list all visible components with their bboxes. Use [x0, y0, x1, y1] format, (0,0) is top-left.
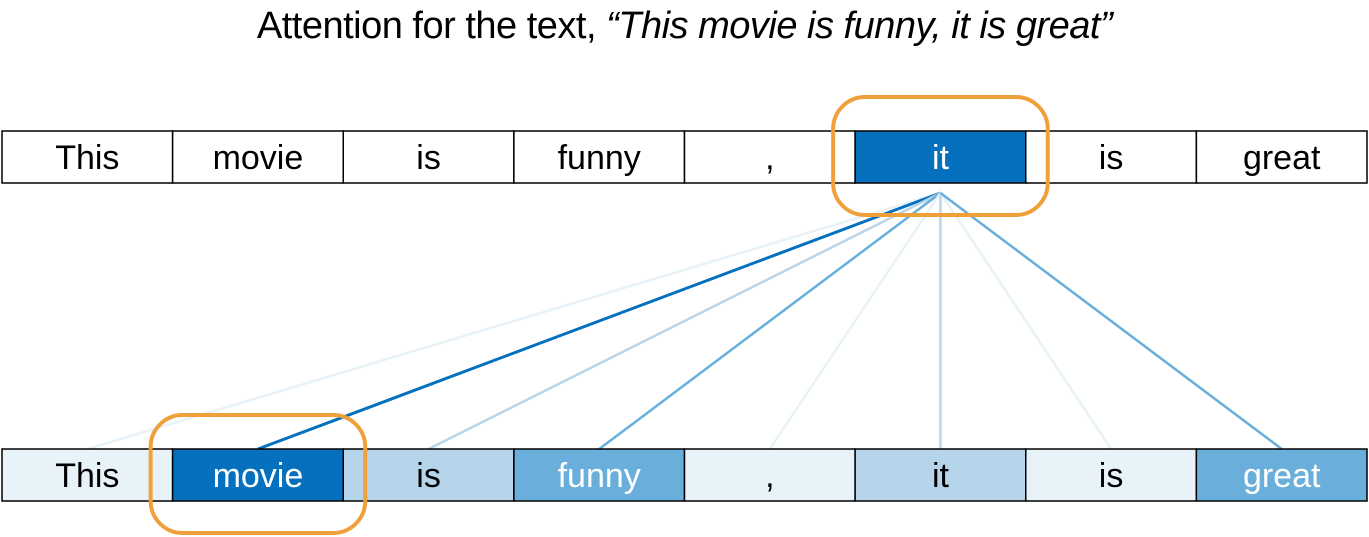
key-token-cell: great — [1195, 448, 1368, 502]
attention-lines — [86, 191, 1283, 451]
query-token-label: , — [765, 139, 774, 177]
key-token-cell: funny — [513, 448, 686, 502]
attention-line — [768, 192, 942, 450]
attention-line — [257, 191, 941, 451]
key-token-label: is — [1099, 457, 1124, 495]
query-token-cell: is — [342, 130, 515, 184]
key-token-label: great — [1243, 457, 1321, 495]
key-token-label: This — [55, 457, 119, 495]
key-token-label: , — [765, 457, 774, 495]
key-token-cell: is — [1025, 448, 1198, 502]
key-token-label: it — [932, 457, 950, 495]
attention-line — [939, 192, 1283, 450]
key-token-label: is — [416, 457, 441, 495]
query-token-cell: This — [1, 130, 174, 184]
key-token-cell: is — [342, 448, 515, 502]
attention-diagram: Attention for the text, “This movie is f… — [0, 0, 1369, 537]
query-token-cell: it — [854, 130, 1027, 184]
attention-line — [86, 191, 941, 451]
key-token-cell: , — [683, 448, 856, 502]
key-token-cell: movie — [171, 448, 344, 502]
query-token-label: is — [1099, 139, 1124, 177]
query-token-label: it — [932, 139, 950, 177]
query-token-row: This movie is funny, it is great — [1, 130, 1368, 184]
key-token-cell: This — [1, 448, 174, 502]
key-token-cell: it — [854, 448, 1027, 502]
query-token-cell: is — [1025, 130, 1198, 184]
query-token-cell: movie — [171, 130, 344, 184]
query-token-label: is — [416, 139, 441, 177]
query-token-label: This — [55, 139, 119, 177]
key-token-label: movie — [213, 457, 304, 495]
query-token-cell: , — [683, 130, 856, 184]
query-token-cell: great — [1195, 130, 1368, 184]
attention-line — [939, 192, 1113, 450]
attention-line — [428, 191, 941, 451]
key-token-row: This movie is funny, it is great — [1, 448, 1368, 502]
query-token-label: movie — [213, 139, 304, 177]
attention-line — [598, 192, 942, 450]
query-token-label: funny — [558, 139, 641, 177]
key-token-label: funny — [558, 457, 641, 495]
attention-graphic: This movie is funny, it is great This movie is fu… — [1, 95, 1368, 535]
query-token-cell: funny — [513, 130, 686, 184]
query-token-label: great — [1243, 139, 1321, 177]
